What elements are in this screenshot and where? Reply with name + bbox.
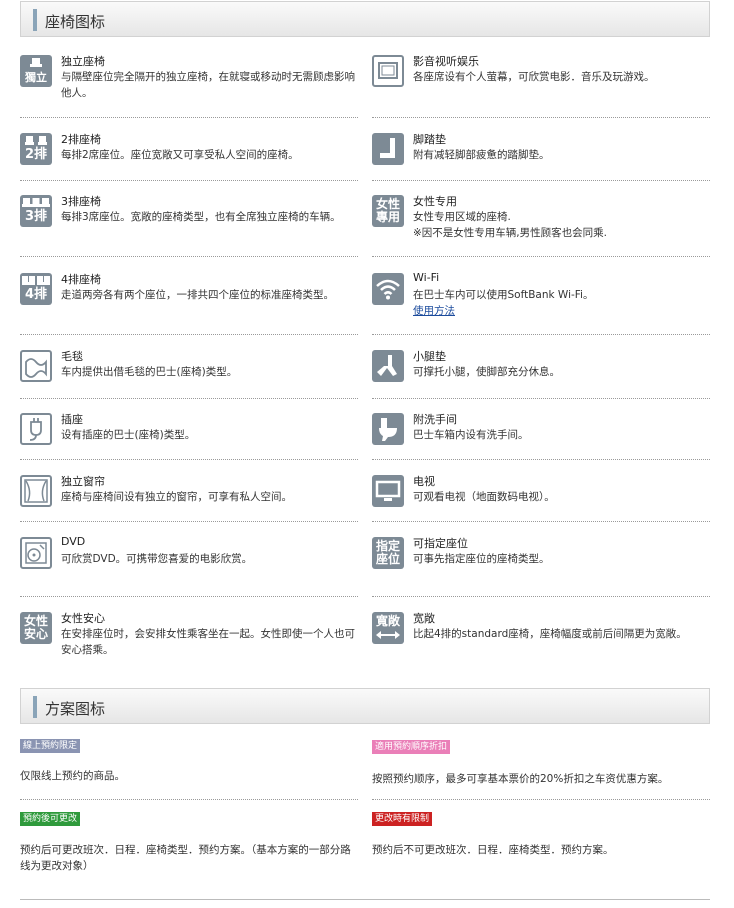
item-desc: 女性专用区域的座椅. ※因不是女性专用车辆,男性顾客也会同乘. bbox=[413, 211, 607, 239]
video-entertainment-icon bbox=[372, 55, 404, 87]
wifi-icon bbox=[372, 273, 404, 305]
curtain-icon bbox=[20, 475, 52, 507]
item-desc: 附有减轻脚部疲惫的踏脚垫。 bbox=[413, 149, 550, 161]
divider bbox=[20, 180, 358, 181]
item-title: DVD bbox=[61, 535, 86, 548]
divider bbox=[372, 256, 710, 257]
item-title: 小腿垫 bbox=[413, 350, 446, 363]
divider bbox=[20, 334, 358, 335]
item-title: 插座 bbox=[61, 413, 83, 426]
divider bbox=[372, 117, 710, 118]
women-safe-icon: 女性安心 bbox=[20, 612, 52, 644]
three-row-seat-icon: 3排 bbox=[20, 195, 52, 227]
item-desc: 可事先指定座位的座椅类型。 bbox=[413, 553, 550, 565]
changeable-badge: 預約後可更改 bbox=[20, 812, 81, 826]
divider bbox=[20, 521, 358, 522]
item-desc: 可欣赏DVD。可携带您喜爱的电影欣赏。 bbox=[61, 553, 253, 565]
divider bbox=[20, 398, 358, 399]
four-row-seat-icon: 4排 bbox=[20, 273, 52, 305]
header-accent-bar bbox=[33, 696, 37, 718]
item-title: 附洗手间 bbox=[413, 413, 457, 426]
section-title: 方案图标 bbox=[45, 700, 106, 718]
item-desc: 每排3席座位。宽敞的座椅类型，也有全席独立座椅的车辆。 bbox=[61, 211, 341, 223]
item-desc: 走道两旁各有两个座位，一排共四个座位的标准座椅类型。 bbox=[61, 289, 334, 301]
divider bbox=[372, 398, 710, 399]
item-title: 宽敞 bbox=[413, 612, 435, 625]
item-desc: 比起4排的standard座椅，座椅幅度或前后间隔更为宽敞。 bbox=[413, 628, 687, 640]
divider bbox=[20, 596, 358, 597]
item-title: 脚踏垫 bbox=[413, 133, 446, 146]
power-outlet-icon bbox=[20, 413, 52, 445]
item-desc: 与隔壁座位完全隔开的独立座椅，在就寝或移动时无需顾虑影响他人。 bbox=[61, 71, 355, 99]
plan-desc: 预约后可更改班次．日程．座椅类型．预约方案。（基本方案的一部分路线为更改对象） bbox=[20, 844, 351, 872]
item-title: Wi-Fi bbox=[413, 271, 440, 284]
item-desc: 在巴士车内可以使用SoftBank Wi-Fi。 使用方法 bbox=[413, 289, 594, 317]
item-title: 影音视听娱乐 bbox=[413, 55, 479, 68]
item-title: 独立窗帘 bbox=[61, 475, 105, 488]
item-title: 电视 bbox=[413, 475, 435, 488]
divider bbox=[372, 799, 710, 800]
item-desc: 在安排座位时，会安排女性乘客坐在一起。女性即使一个人也可安心搭乘。 bbox=[61, 628, 355, 656]
solo-seat-icon: 獨立 bbox=[20, 55, 52, 87]
header-accent-bar bbox=[33, 9, 37, 31]
footrest-icon bbox=[372, 133, 404, 165]
item-title: 女性安心 bbox=[61, 612, 105, 625]
item-title: 毛毯 bbox=[61, 350, 83, 363]
seat-icons-header: 座椅图标 bbox=[20, 1, 710, 37]
item-desc: 可观看电视（地面数码电视）。 bbox=[413, 491, 555, 503]
divider bbox=[372, 180, 710, 181]
order-discount-badge: 適用預約順序折扣 bbox=[372, 740, 451, 754]
plan-desc: 预约后不可更改班次．日程．座椅类型．预约方案。 bbox=[372, 844, 614, 856]
item-title: 2排座椅 bbox=[61, 133, 101, 146]
item-desc: 巴士车箱内设有洗手间。 bbox=[413, 429, 529, 441]
item-desc: 可撑托小腿，使脚部充分休息。 bbox=[413, 366, 560, 378]
divider bbox=[20, 256, 358, 257]
item-desc: 座椅与座椅间设有独立的窗帘，可享有私人空间。 bbox=[61, 491, 292, 503]
divider bbox=[372, 334, 710, 335]
item-desc: 每排2席座位。座位宽敞又可享受私人空间的座椅。 bbox=[61, 149, 299, 161]
plan-desc: 仅限线上预约的商品。 bbox=[20, 770, 125, 782]
tv-icon bbox=[372, 475, 404, 507]
dvd-icon bbox=[20, 537, 52, 569]
divider bbox=[372, 596, 710, 597]
item-title: 4排座椅 bbox=[61, 273, 101, 286]
plan-icons-header: 方案图标 bbox=[20, 688, 710, 724]
divider bbox=[372, 459, 710, 460]
item-desc: 车内提供出借毛毯的巴士(座椅)类型。 bbox=[61, 366, 238, 378]
divider bbox=[20, 799, 358, 800]
change-restricted-badge: 更改時有限制 bbox=[372, 812, 433, 826]
item-title: 3排座椅 bbox=[61, 195, 101, 208]
item-title: 独立座椅 bbox=[61, 55, 105, 68]
reserved-seat-icon: 指定座位 bbox=[372, 537, 404, 569]
leg-rest-icon bbox=[372, 350, 404, 382]
divider bbox=[20, 459, 358, 460]
item-title: 女性专用 bbox=[413, 195, 457, 208]
section-title: 座椅图标 bbox=[45, 13, 106, 31]
item-desc: 设有插座的巴士(座椅)类型。 bbox=[61, 429, 196, 441]
item-title: 可指定座位 bbox=[413, 537, 468, 550]
plan-desc: 按照预约顺序，最多可享基本票价的20%折扣之车资优惠方案。 bbox=[372, 773, 669, 785]
bottom-divider bbox=[20, 899, 710, 900]
divider bbox=[372, 521, 710, 522]
item-desc: 各座席设有个人萤幕，可欣赏电影．音乐及玩游戏。 bbox=[413, 71, 655, 83]
wide-seat-icon: 寬敞 bbox=[372, 612, 404, 644]
online-only-badge: 線上預約限定 bbox=[20, 739, 81, 753]
women-only-icon: 女性專用 bbox=[372, 195, 404, 227]
two-row-seat-icon: 2排 bbox=[20, 133, 52, 165]
wifi-usage-link[interactable]: 使用方法 bbox=[413, 305, 455, 317]
divider bbox=[20, 117, 358, 118]
toilet-icon bbox=[372, 413, 404, 445]
blanket-icon bbox=[20, 350, 52, 382]
